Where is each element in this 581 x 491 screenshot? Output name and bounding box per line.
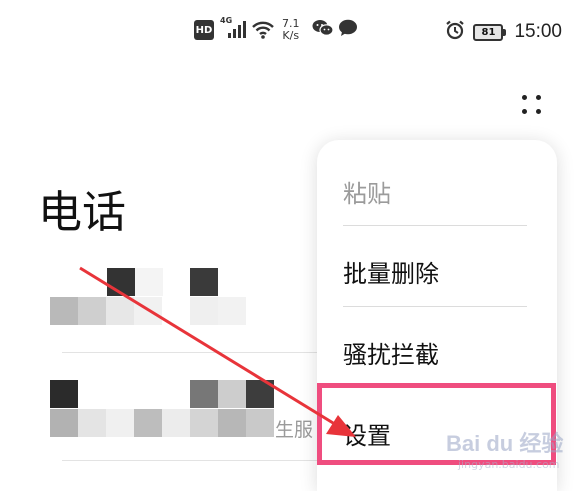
menu-divider: [343, 225, 527, 226]
censor-block: [78, 297, 106, 325]
censor-block: [190, 380, 218, 408]
censor-block: [218, 380, 246, 408]
censor-block: [50, 409, 78, 437]
wechat-icon: [312, 19, 334, 41]
censor-block: [190, 268, 218, 296]
menu-divider: [343, 306, 527, 307]
status-right: 81 15:00: [445, 20, 562, 44]
censor-block: [106, 409, 134, 437]
censor-block: [134, 409, 162, 437]
censor-block: [218, 297, 246, 325]
clock: 15:00: [514, 21, 562, 42]
censor-block: [162, 409, 190, 437]
network-speed: 7.1 K/s: [282, 18, 300, 42]
status-left: HD 4G 7.1 K/s: [194, 16, 358, 42]
watermark: Bai du 经验 jingyan.baidu.com: [446, 418, 581, 484]
censor-block: [50, 380, 78, 408]
battery-level: 81: [473, 23, 504, 41]
menu-item-batch-delete[interactable]: 批量删除: [343, 254, 439, 289]
divider: [62, 460, 317, 461]
censor-block: [78, 409, 106, 437]
censor-block: [107, 268, 135, 296]
alarm-icon: [445, 20, 465, 44]
menu-item-spam-block[interactable]: 骚扰拦截: [343, 335, 439, 370]
censor-block: [246, 380, 274, 408]
battery-icon: 81: [473, 23, 507, 41]
wifi-icon: [252, 21, 274, 39]
censor-block: [134, 297, 162, 325]
censor-block: [106, 297, 134, 325]
watermark-sub: jingyan.baidu.com: [458, 458, 560, 471]
censor-block: [218, 409, 246, 437]
censor-block: [246, 409, 274, 437]
menu-item-paste[interactable]: 粘贴: [343, 174, 391, 209]
signal-icon: 4G: [220, 16, 246, 40]
censor-block: [190, 297, 218, 325]
page-title: 电话: [38, 187, 126, 238]
message-icon: [338, 19, 358, 41]
censor-block: [135, 268, 163, 296]
status-bar: HD 4G 7.1 K/s 81 15:00: [0, 0, 581, 60]
more-dots-icon[interactable]: [518, 92, 546, 120]
censor-block: [50, 297, 78, 325]
watermark-text: Bai du 经验: [446, 431, 564, 456]
divider: [62, 352, 317, 353]
speed-unit: K/s: [282, 29, 300, 42]
censor-block: [190, 409, 218, 437]
contact-subtitle: 生服: [275, 419, 314, 441]
hd-icon: HD: [194, 20, 214, 40]
